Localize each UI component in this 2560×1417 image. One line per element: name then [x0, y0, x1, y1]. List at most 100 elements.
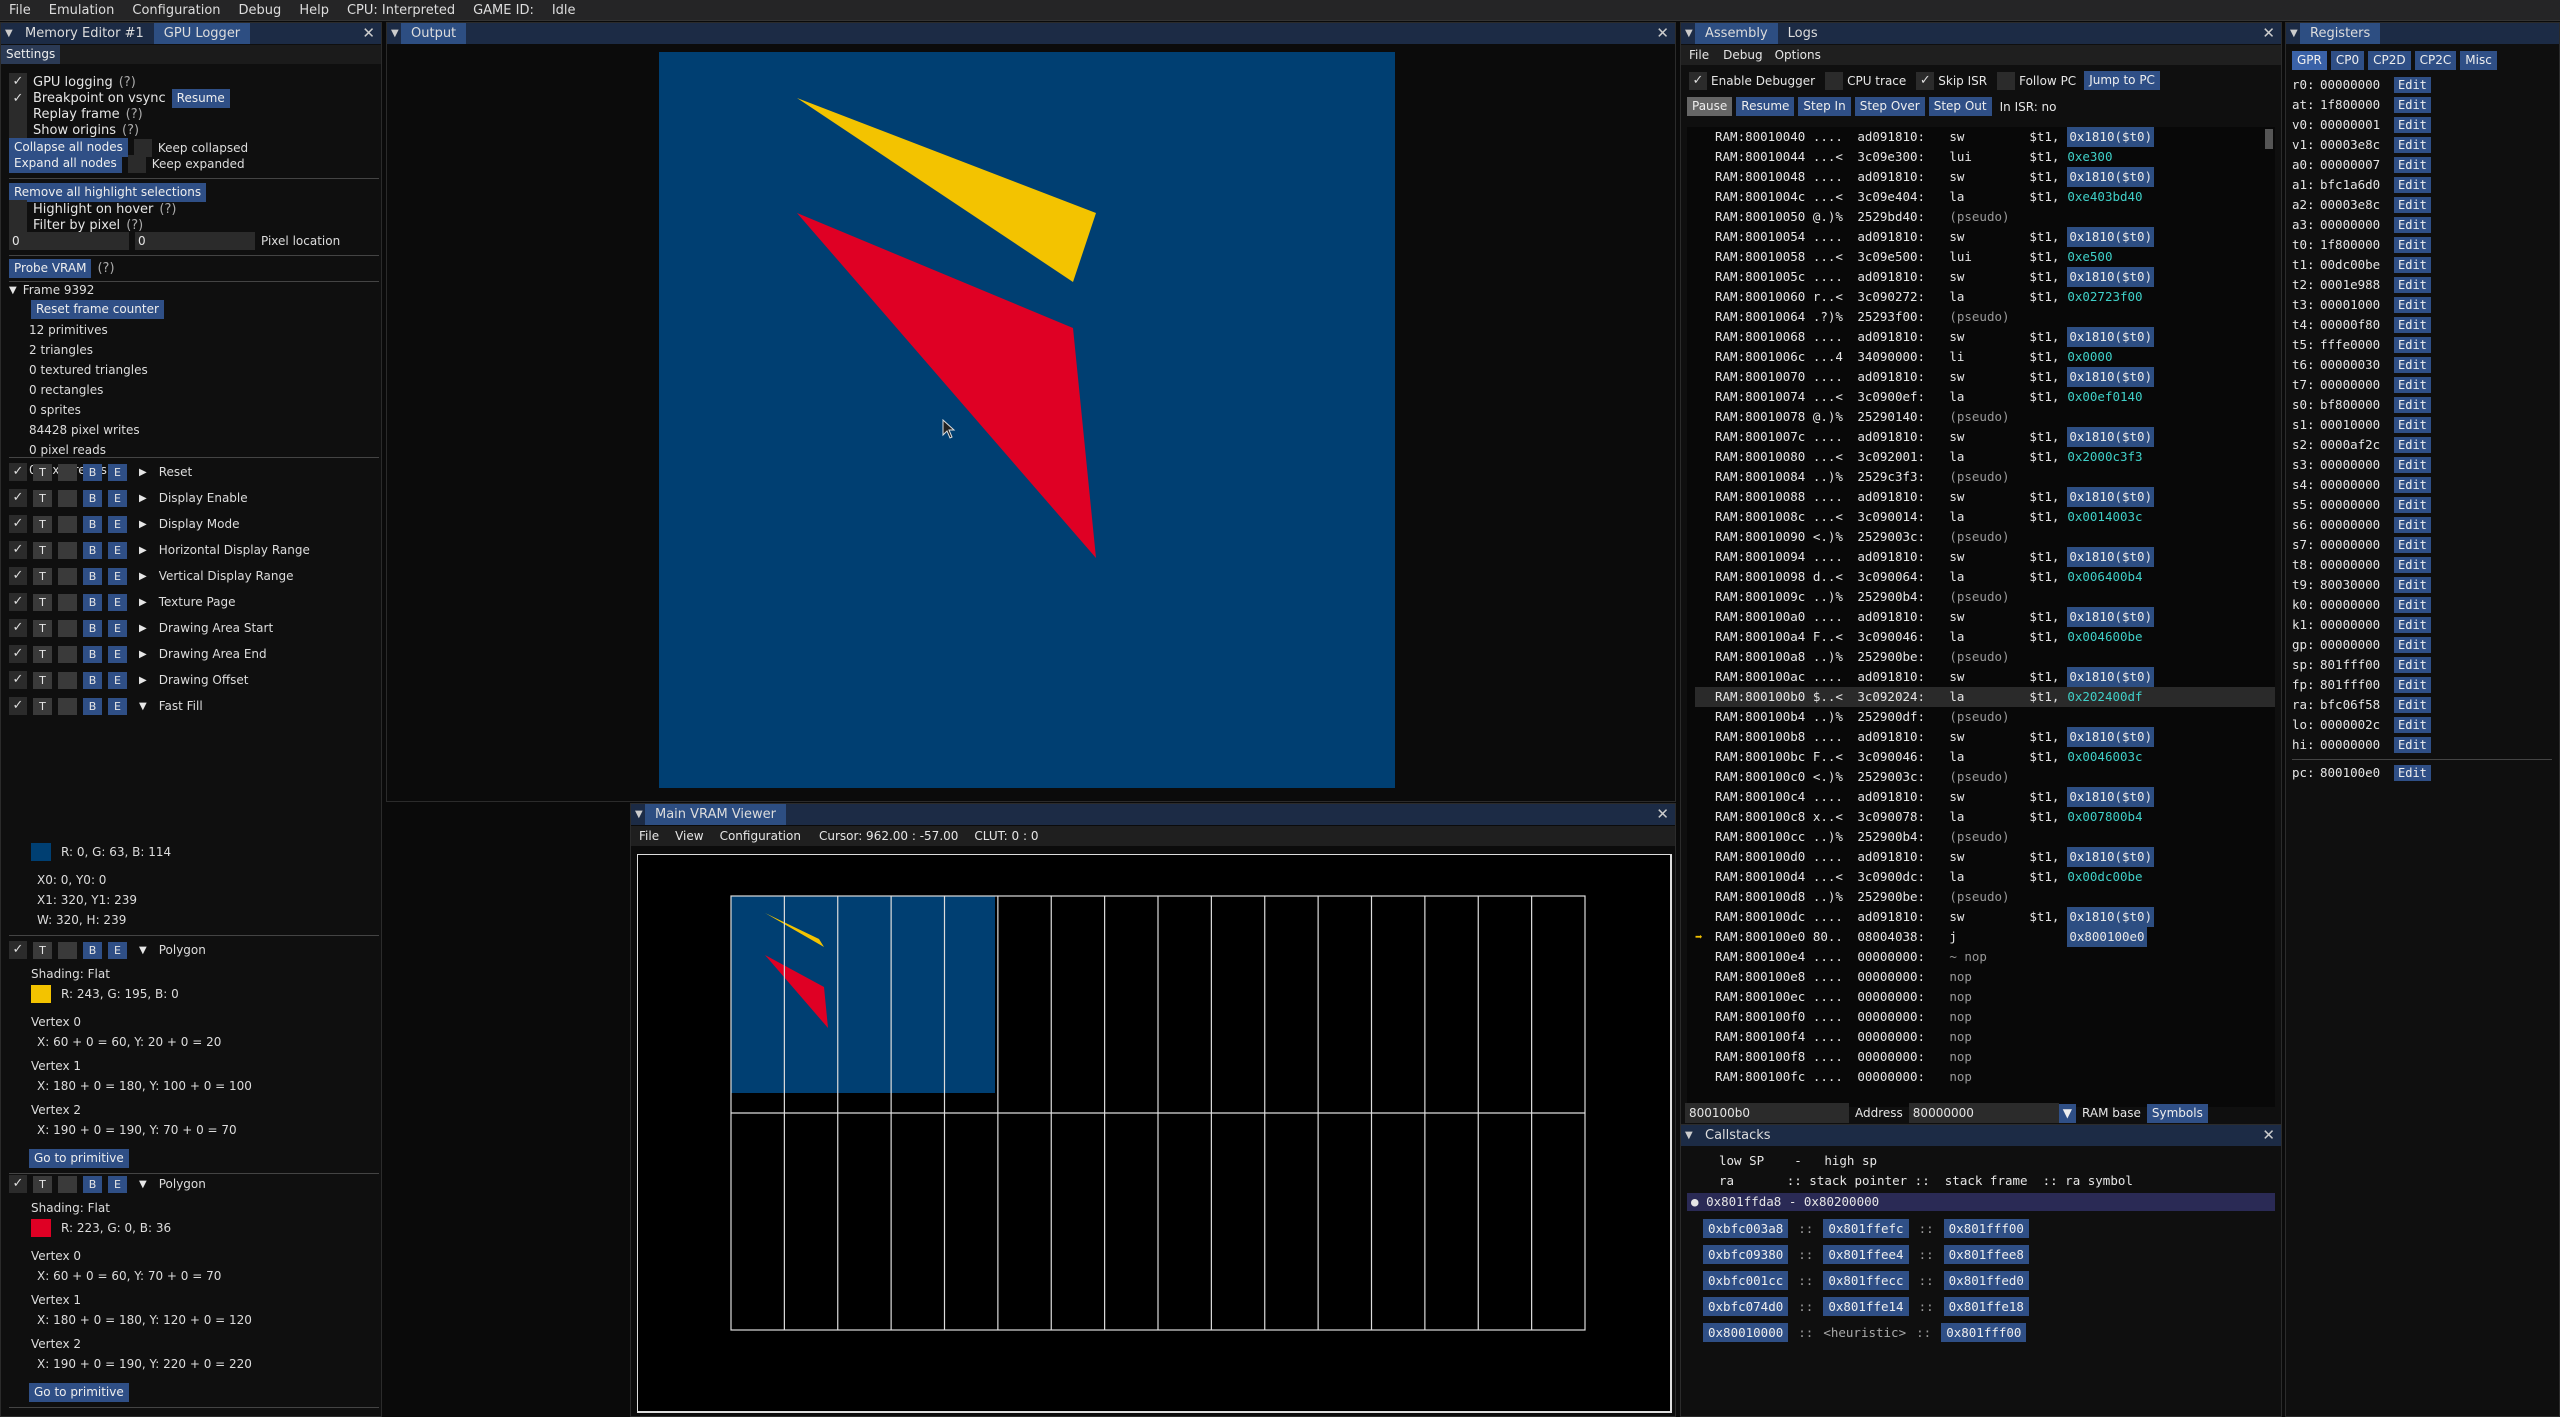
callstack-frame-button[interactable]: 0x801ffee8 [1943, 1245, 2029, 1264]
fastfill-color-swatch[interactable] [31, 843, 51, 861]
asm-operand[interactable]: 0x004600be [2067, 627, 2142, 647]
command-toggle-b[interactable]: B [83, 941, 102, 959]
command-toggle-blank[interactable] [58, 1175, 77, 1193]
command-enabled-checkbox[interactable]: ✓ [9, 671, 27, 689]
asm-operand[interactable]: 0x1810($t0) [2067, 127, 2155, 147]
asm-operand[interactable]: 0xe300 [2067, 147, 2112, 167]
asm-line[interactable]: RAM:800100a4 F..< 3c090046: la $t1, 0x004600… [1695, 627, 2275, 647]
asm-line[interactable]: RAM:80010050 @.)% 2529bd40: (pseudo) [1695, 207, 2275, 227]
ram-base-input[interactable]: 80000000 [1908, 1103, 2059, 1123]
callstack-frame-button[interactable]: 0x801ffed0 [1943, 1271, 2029, 1290]
gpu-command-row-8[interactable]: ✓ T B E ▶ Drawing Offset [9, 671, 248, 689]
command-enabled-checkbox[interactable]: ✓ [9, 463, 27, 481]
command-toggle-blank[interactable] [58, 593, 77, 611]
register-edit-button[interactable]: Edit [2394, 637, 2431, 653]
collapse-arrow-icon[interactable]: ▼ [387, 28, 401, 39]
chevron-right-icon[interactable]: ▶ [139, 649, 147, 660]
help-hint[interactable]: (?) [126, 218, 143, 233]
asm-operand[interactable]: 0x0000 [2067, 347, 2112, 367]
close-icon[interactable]: ✕ [1656, 805, 1669, 823]
command-toggle-t[interactable]: T [33, 463, 52, 481]
asm-line[interactable]: RAM:800100c0 <.)% 2529003c: (pseudo) [1695, 767, 2275, 787]
command-toggle-blank[interactable] [58, 463, 77, 481]
register-tab-cp0[interactable]: CP0 [2330, 51, 2365, 70]
asm-line[interactable]: RAM:80010060 r..< 3c090272: la $t1, 0x02723f… [1695, 287, 2275, 307]
gpu-command-row-9[interactable]: ✓ T B E ▼ Fast Fill [9, 697, 203, 715]
collapse-arrow-icon[interactable]: ▼ [1681, 1130, 1695, 1141]
command-toggle-e[interactable]: E [108, 645, 127, 663]
register-edit-button[interactable]: Edit [2394, 397, 2431, 413]
register-edit-button[interactable]: Edit [2394, 717, 2431, 733]
register-edit-button[interactable]: Edit [2394, 157, 2431, 173]
asm-menu-debug[interactable]: Debug [1717, 48, 1768, 62]
asm-line[interactable]: RAM:80010040 .... ad091810: sw $t1, 0x1810($… [1695, 127, 2275, 147]
help-hint[interactable]: (?) [159, 202, 176, 217]
close-icon[interactable]: ✕ [362, 24, 375, 42]
vram-menu-configuration[interactable]: Configuration [712, 829, 809, 843]
command-toggle-b[interactable]: B [83, 489, 102, 507]
probe-vram-button[interactable]: Probe VRAM [9, 259, 92, 278]
register-tab-misc[interactable]: Misc [2460, 51, 2497, 70]
asm-operand[interactable]: 0x1810($t0) [2067, 167, 2155, 187]
polygon-color-swatch[interactable] [31, 985, 51, 1003]
register-edit-button[interactable]: Edit [2394, 317, 2431, 333]
address-input[interactable]: 800100b0 [1685, 1103, 1849, 1123]
register-edit-button[interactable]: Edit [2394, 677, 2431, 693]
gpu-command-row-5[interactable]: ✓ T B E ▶ Texture Page [9, 593, 236, 611]
chevron-right-icon[interactable]: ▶ [139, 519, 147, 530]
gpu-command-row-poly1[interactable]: ✓ T B E ▼ Polygon [9, 941, 206, 959]
command-toggle-b[interactable]: B [83, 567, 102, 585]
command-toggle-b[interactable]: B [83, 541, 102, 559]
command-toggle-b[interactable]: B [83, 645, 102, 663]
asm-operand[interactable]: 0x02723f00 [2067, 287, 2142, 307]
command-toggle-blank[interactable] [58, 941, 77, 959]
callstack-sp-button[interactable]: <heuristic> [1823, 1325, 1906, 1340]
asm-operand[interactable]: 0x00dc00be [2067, 867, 2142, 887]
register-edit-button[interactable]: Edit [2394, 697, 2431, 713]
chevron-right-icon[interactable]: ▶ [139, 623, 147, 634]
chevron-right-icon[interactable]: ▶ [139, 493, 147, 504]
callstack-ra-button[interactable]: 0xbfc09380 [1703, 1245, 1789, 1264]
collapse-arrow-icon[interactable]: ▼ [1, 28, 15, 39]
command-toggle-e[interactable]: E [108, 567, 127, 585]
asm-line[interactable]: RAM:800100bc F..< 3c090046: la $t1, 0x004600… [1695, 747, 2275, 767]
reset-frame-counter-button[interactable]: Reset frame counter [31, 300, 164, 319]
gpu-command-row-7[interactable]: ✓ T B E ▶ Drawing Area End [9, 645, 267, 663]
gpu-command-row-4[interactable]: ✓ T B E ▶ Vertical Display Range [9, 567, 294, 585]
command-toggle-blank[interactable] [58, 619, 77, 637]
callstack-ra-button[interactable]: 0xbfc074d0 [1703, 1297, 1789, 1316]
register-edit-button[interactable]: Edit [2394, 377, 2431, 393]
asm-line[interactable]: RAM:80010098 d..< 3c090064: la $t1, 0x006400… [1695, 567, 2275, 587]
asm-operand[interactable]: 0x1810($t0) [2067, 487, 2155, 507]
asm-line[interactable]: RAM:800100d0 .... ad091810: sw $t1, 0x1810($… [1695, 847, 2275, 867]
asm-line[interactable]: RAM:80010064 .?)% 25293f00: (pseudo) [1695, 307, 2275, 327]
pixel-y-input[interactable]: 0 [135, 232, 255, 250]
menu-item-2[interactable]: Configuration [123, 0, 229, 21]
callstack-sp-button[interactable]: 0x801ffe14 [1823, 1297, 1909, 1316]
register-edit-button[interactable]: Edit [2394, 137, 2431, 153]
register-edit-button[interactable]: Edit [2394, 537, 2431, 553]
register-tab-gpr[interactable]: GPR [2292, 51, 2327, 70]
command-enabled-checkbox[interactable]: ✓ [9, 593, 27, 611]
register-tab-cp2c[interactable]: CP2C [2414, 51, 2457, 70]
command-enabled-checkbox[interactable]: ✓ [9, 697, 27, 715]
command-toggle-t[interactable]: T [33, 645, 52, 663]
command-toggle-b[interactable]: B [83, 1175, 102, 1193]
asm-line[interactable]: RAM:800100f0 .... 00000000: nop [1695, 1007, 2275, 1027]
asm-operand[interactable]: 0x1810($t0) [2067, 267, 2155, 287]
asm-line[interactable]: RAM:8001009c ..)% 252900b4: (pseudo) [1695, 587, 2275, 607]
tab-settings[interactable]: Settings [1, 45, 61, 64]
command-toggle-e[interactable]: E [108, 489, 127, 507]
disassembly-scrollbar[interactable] [2265, 129, 2273, 149]
register-edit-button[interactable]: Edit [2394, 437, 2431, 453]
asm-operand[interactable]: 0x2000c3f3 [2067, 447, 2142, 467]
keep-expanded-checkbox[interactable] [127, 154, 146, 173]
gpu-command-row-1[interactable]: ✓ T B E ▶ Display Enable [9, 489, 248, 507]
register-edit-button[interactable]: Edit [2394, 357, 2431, 373]
asm-line[interactable]: RAM:8001008c ...< 3c090014: la $t1, 0x001400… [1695, 507, 2275, 527]
tab-gpu-logger[interactable]: GPU Logger [153, 23, 251, 44]
asm-line[interactable]: RAM:8001004c ...< 3c09e404: la $t1, 0xe403bd… [1695, 187, 2275, 207]
asm-operand[interactable]: 0x800100e0 [2067, 927, 2147, 947]
callstack-ra-button[interactable]: 0xbfc001cc [1703, 1271, 1789, 1290]
asm-line[interactable]: RAM:800100f8 .... 00000000: nop [1695, 1047, 2275, 1067]
